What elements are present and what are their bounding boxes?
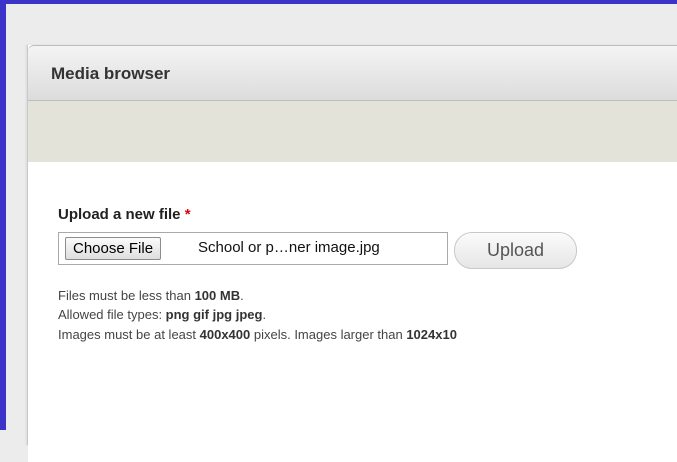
help-size-value: 100 MB	[194, 288, 241, 303]
upload-field-label: Upload a new file *	[58, 206, 191, 223]
file-input[interactable]: Choose File School or p…ner image.jpg	[58, 232, 448, 265]
help-size-prefix: Files must be less than	[58, 288, 195, 303]
dialog-tab-band	[28, 101, 677, 162]
upload-label-text: Upload a new file	[58, 206, 181, 223]
choose-file-button[interactable]: Choose File	[65, 237, 162, 260]
dialog-header: Media browser	[28, 45, 677, 101]
help-images-middle: pixels. Images larger than	[250, 327, 407, 342]
help-types-suffix: .	[262, 307, 267, 322]
upload-form: Upload a new file * Choose File School o…	[28, 162, 677, 462]
media-browser-dialog: Media browser Upload a new file * Choose…	[27, 45, 677, 462]
upload-button[interactable]: Upload	[454, 232, 577, 269]
help-file-size: Files must be less than 100 MB.	[58, 288, 244, 303]
help-types-prefix: Allowed file types:	[58, 307, 166, 322]
help-images-max: 1024x10	[406, 327, 457, 342]
selected-file-name: School or p…ner image.jpg	[198, 239, 380, 256]
help-file-types: Allowed file types: png gif jpg jpeg.	[58, 307, 266, 322]
help-image-dimensions: Images must be at least 400x400 pixels. …	[58, 327, 457, 342]
dialog-title: Media browser	[51, 64, 171, 83]
help-types-value: png gif jpg jpeg	[165, 307, 263, 322]
help-images-prefix: Images must be at least	[58, 327, 200, 342]
help-size-suffix: .	[240, 288, 244, 303]
help-images-min: 400x400	[199, 327, 251, 342]
required-marker: *	[184, 206, 191, 223]
